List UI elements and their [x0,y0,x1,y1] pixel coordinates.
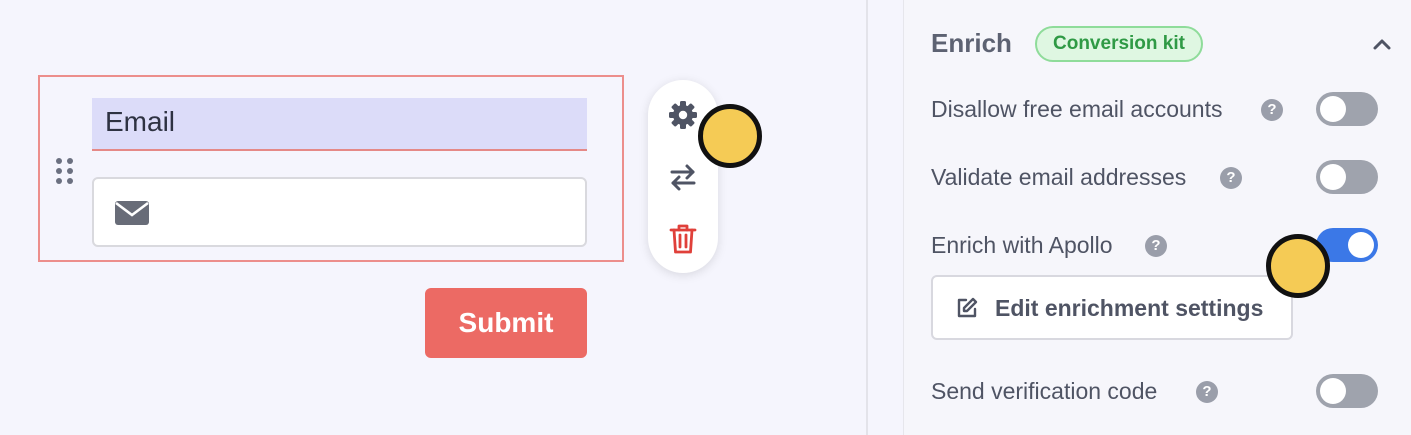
drag-handle-icon[interactable] [54,156,78,186]
option-label-validate-email: Validate email addresses [931,164,1187,190]
help-icon[interactable]: ? [1261,99,1283,121]
cursor-indicator [1266,234,1330,298]
swap-button[interactable] [666,160,700,194]
delete-button[interactable] [666,222,700,256]
toggle-validate-email[interactable] [1316,160,1378,194]
email-input[interactable] [92,177,587,247]
toggle-send-verification[interactable] [1316,374,1378,408]
edit-icon [957,297,978,318]
edit-enrichment-settings-button[interactable]: Edit enrichment settings [931,275,1293,340]
panel-gutter [868,0,904,435]
field-toolbar [648,80,718,273]
mail-icon [115,201,149,225]
cursor-indicator [698,104,762,168]
edit-button-label: Edit enrichment settings [995,295,1264,321]
settings-panel: Enrich Conversion kit Disallow free emai… [904,0,1411,435]
gear-icon [669,101,697,129]
section-title: Enrich [931,28,1012,58]
option-label-send-verification: Send verification code [931,378,1158,404]
conversion-kit-badge: Conversion kit [1035,26,1203,62]
help-icon[interactable]: ? [1220,167,1242,189]
option-label-disallow-free: Disallow free email accounts [931,96,1223,122]
trash-icon [669,224,697,254]
help-icon[interactable]: ? [1145,235,1167,257]
field-label-editor[interactable]: Email [92,98,587,151]
chevron-up-icon[interactable] [1370,32,1394,56]
toggle-disallow-free[interactable] [1316,92,1378,126]
option-label-enrich-apollo: Enrich with Apollo [931,232,1113,258]
settings-button[interactable] [666,98,700,132]
submit-button[interactable]: Submit [425,288,587,358]
swap-icon [670,164,696,191]
help-icon[interactable]: ? [1196,381,1218,403]
